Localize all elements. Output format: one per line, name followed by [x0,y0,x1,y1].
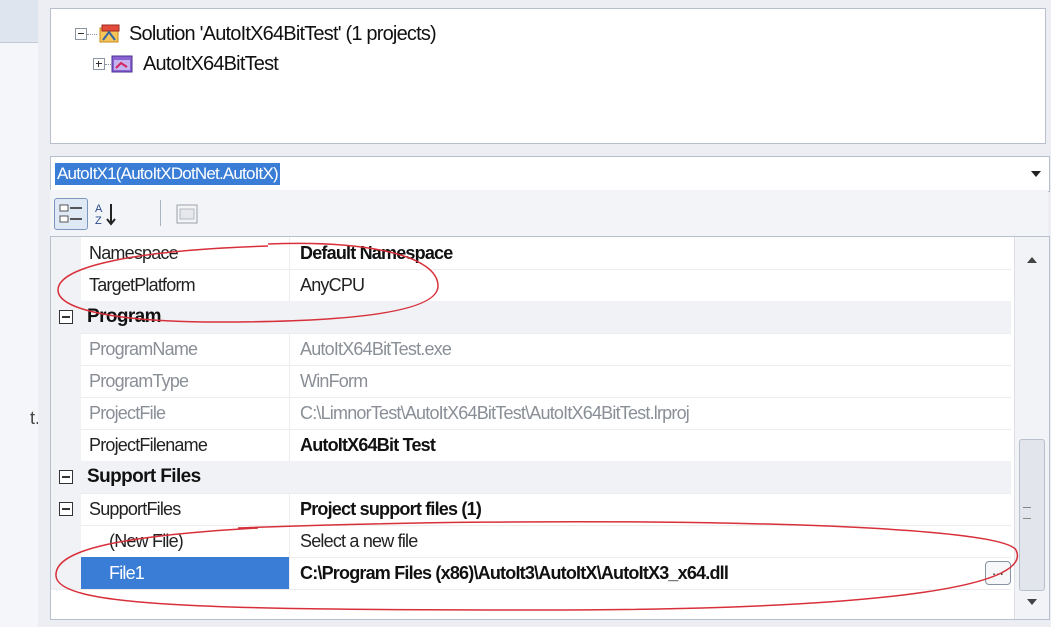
tree-node-solution[interactable]: Solution 'AutoItX64BitTest' (1 projects) [75,21,437,47]
categorized-button[interactable] [54,198,88,230]
property-row-targetplatform[interactable]: TargetPlatform AnyCPU [51,269,1011,302]
collapse-icon[interactable] [75,28,87,40]
browse-ellipsis-button[interactable]: ... [985,561,1011,585]
property-name: ProjectFilename [81,429,290,461]
left-panel: t. [0,0,40,627]
property-value: WinForm [300,370,368,391]
property-pages-button[interactable] [170,198,204,230]
collapse-icon[interactable] [59,470,73,484]
property-row-projectfilename[interactable]: ProjectFilename AutoItX64Bit Test [51,429,1011,462]
property-name: ProgramName [81,333,290,365]
categorized-icon [59,204,82,223]
grip-icon [1023,507,1031,519]
left-panel-header [0,0,38,43]
project-icon [111,55,133,73]
property-name: File1 [81,557,290,589]
category-label: Program [87,306,162,327]
category-support-files[interactable]: Support Files [51,461,1011,494]
svg-text:Z: Z [95,215,102,227]
scroll-down-icon[interactable] [1027,599,1037,605]
object-selector-dropdown[interactable]: AutoItX1(AutoItXDotNet.AutoItX) [50,156,1050,192]
property-value: Default Namespace [300,242,453,263]
property-name: Namespace [81,237,290,269]
properties-window: Solution 'AutoItX64BitTest' (1 projects)… [38,0,1051,627]
solution-icon [99,24,120,43]
property-value: C:\Program Files (x86)\AutoIt3\AutoItX\A… [300,562,729,583]
property-row-programtype[interactable]: ProgramType WinForm [51,365,1011,398]
property-value: AnyCPU [300,274,365,295]
chevron-down-icon[interactable] [1031,171,1041,177]
alphabetical-button[interactable]: A Z [90,198,124,230]
category-program[interactable]: Program [51,301,1011,334]
property-value: AutoItX64BitTest.exe [300,338,452,359]
toolbar-separator [160,200,161,226]
property-grid-toolbar: A Z [50,190,1048,236]
property-value: Select a new file [300,530,418,551]
vertical-scrollbar[interactable] [1014,237,1049,619]
scroll-up-icon[interactable] [1027,257,1037,263]
collapse-icon[interactable] [59,502,73,516]
selected-object: AutoItX1(AutoItXDotNet.AutoItX) [55,163,280,185]
property-pages-icon [176,204,198,224]
expand-icon[interactable] [93,58,105,70]
property-row-projectfile[interactable]: ProjectFile C:\LimnorTest\AutoItX64BitTe… [51,397,1011,430]
tree-node-project[interactable]: AutoItX64BitTest [93,51,279,77]
property-row-supportfiles[interactable]: SupportFiles Project support files (1) [51,493,1011,526]
property-grid: Namespace Default Namespace TargetPlatfo… [50,236,1050,620]
property-value: AutoItX64Bit Test [300,434,436,455]
alphabetical-icon: A Z [95,203,116,227]
property-name: (New File) [81,525,290,557]
property-name: ProjectFile [81,397,290,429]
property-value: C:\LimnorTest\AutoItX64BitTest\AutoItX64… [300,402,690,423]
property-name: ProgramType [81,365,290,397]
property-row-file1[interactable]: File1 C:\Program Files (x86)\AutoIt3\Aut… [51,557,1011,590]
property-name: TargetPlatform [81,269,290,301]
collapse-icon[interactable] [59,310,73,324]
svg-text:A: A [95,203,103,215]
solution-label: Solution 'AutoItX64BitTest' (1 projects) [129,22,437,45]
category-label: Support Files [87,466,201,487]
property-row-namespace[interactable]: Namespace Default Namespace [51,237,1011,270]
property-row-programname[interactable]: ProgramName AutoItX64BitTest.exe [51,333,1011,366]
property-name: SupportFiles [81,493,290,525]
solution-explorer: Solution 'AutoItX64BitTest' (1 projects)… [50,8,1046,144]
project-label: AutoItX64BitTest [143,52,279,75]
property-value: Project support files (1) [300,498,482,519]
property-row-new-file[interactable]: (New File) Select a new file [51,525,1011,558]
